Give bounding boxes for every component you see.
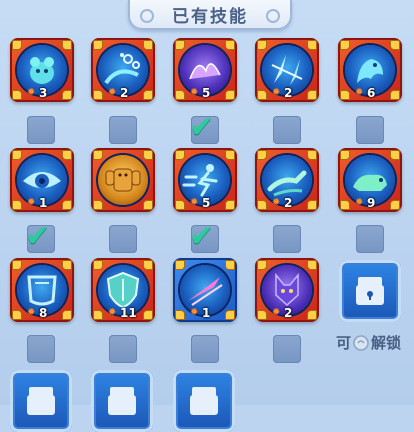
skill-count: 1 (39, 196, 48, 210)
skill-slot-9[interactable]: ✹ 2 (255, 148, 319, 216)
select-checkbox-3[interactable]: ✔ (189, 110, 219, 145)
unlock-item-icon (353, 334, 369, 351)
paw-icon: ✹ (27, 197, 36, 208)
skill-slot-10[interactable]: ✹ 9 (338, 148, 402, 216)
skill-slot-5[interactable]: ✹ 6 (338, 38, 402, 106)
paw-icon: ✹ (108, 87, 117, 98)
select-checkbox-13[interactable] (191, 335, 219, 363)
lock-icon (190, 387, 218, 415)
lock-icon (108, 387, 136, 415)
skill-slot-2[interactable]: ✹ 2 (91, 38, 155, 106)
paw-icon: ✹ (190, 307, 199, 318)
paw-icon: ✹ (355, 87, 364, 98)
paw-icon: ✹ (27, 307, 36, 318)
select-checkbox-7[interactable] (109, 225, 137, 253)
skill-count: 8 (39, 306, 48, 320)
paw-icon: ✹ (355, 197, 364, 208)
skill-count: 1 (202, 306, 211, 320)
skill-count: 2 (120, 86, 129, 100)
locked-slot-3[interactable] (91, 370, 153, 432)
skill-count: 2 (284, 86, 293, 100)
locked-slot-2[interactable] (10, 370, 72, 432)
paw-icon: ✹ (190, 87, 199, 98)
paw-icon: ✹ (272, 197, 281, 208)
skill-count: 2 (284, 306, 293, 320)
select-checkbox-2[interactable] (109, 116, 137, 144)
unlock-hint-prefix: 可 (336, 334, 352, 352)
select-checkbox-1[interactable] (27, 116, 55, 144)
unlock-hint-suffix: 解锁 (371, 334, 402, 352)
golem-icon (105, 168, 141, 192)
select-checkbox-6[interactable]: ✔ (25, 219, 55, 254)
skill-slot-6[interactable]: ✹ 1 (10, 148, 74, 216)
skill-count: 6 (367, 86, 376, 100)
paw-icon: ✹ (27, 87, 36, 98)
skill-count: 5 (202, 196, 211, 210)
skill-slot-11[interactable]: ✹ 8 (10, 258, 74, 326)
unlock-hint: 可 解锁 (336, 332, 401, 353)
checkmark-icon: ✔ (189, 110, 215, 145)
select-checkbox-12[interactable] (109, 335, 137, 363)
select-checkbox-11[interactable] (27, 335, 55, 363)
paw-icon: ✹ (272, 87, 281, 98)
locked-slot-1[interactable] (339, 260, 401, 322)
skill-slot-8[interactable]: ✹ 5 (173, 148, 237, 216)
select-checkbox-14[interactable] (273, 335, 301, 363)
skill-count: 9 (367, 196, 376, 210)
lock-icon (356, 277, 384, 305)
swirl-decoration-left-icon (140, 9, 154, 23)
skill-count: 2 (284, 196, 293, 210)
skill-slot-12[interactable]: ✹ 11 (91, 258, 155, 326)
select-checkbox-10[interactable] (356, 225, 384, 253)
select-checkbox-9[interactable] (273, 225, 301, 253)
page-title: 已有技能 (172, 6, 248, 27)
skill-slot-14[interactable]: ✹ 2 (255, 258, 319, 326)
title-tab: 已有技能 (128, 0, 292, 30)
skill-count: 11 (120, 306, 137, 320)
checkmark-icon: ✔ (25, 219, 51, 254)
skill-slot-13[interactable]: ✹ 1 (173, 258, 237, 326)
skill-count: 3 (39, 86, 48, 100)
skill-slot-4[interactable]: ✹ 2 (255, 38, 319, 106)
skill-count: 5 (202, 86, 211, 100)
select-checkbox-4[interactable] (273, 116, 301, 144)
locked-slot-4[interactable] (173, 370, 235, 432)
paw-icon: ✹ (190, 197, 199, 208)
skill-slot-3[interactable]: ✹ 5 (173, 38, 237, 106)
paw-icon: ✹ (108, 307, 117, 318)
skill-slot-1[interactable]: ✹ 3 (10, 38, 74, 106)
swirl-decoration-right-icon (266, 9, 280, 23)
select-checkbox-8[interactable]: ✔ (189, 219, 219, 254)
paw-icon: ✹ (272, 307, 281, 318)
skill-slot-7[interactable] (91, 148, 155, 216)
lock-icon (27, 387, 55, 415)
checkmark-icon: ✔ (189, 219, 215, 254)
select-checkbox-5[interactable] (356, 116, 384, 144)
